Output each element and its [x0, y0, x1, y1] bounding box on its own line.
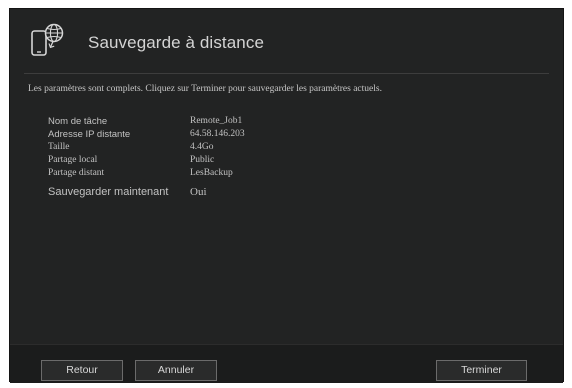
task-name-label: Nom de tâche — [48, 116, 108, 127]
phone-globe-icon — [31, 23, 64, 56]
dialog-title: Sauvegarde à distance — [88, 33, 265, 52]
size-label: Taille — [48, 142, 70, 152]
remote-backup-dialog: Sauvegarde à distance Les paramètres son… — [9, 8, 564, 383]
remote-share-label: Partage distant — [48, 168, 105, 178]
local-share-label: Partage local — [48, 155, 98, 165]
completion-message: Les paramètres sont complets. Cliquez su… — [28, 84, 382, 94]
remote-ip-label: Adresse IP distante — [48, 129, 131, 140]
cancel-button[interactable]: Annuler — [135, 360, 217, 381]
size-value: 4.4Go — [190, 142, 214, 152]
remote-ip-value: 64.58.146.203 — [190, 129, 245, 139]
header-divider — [24, 73, 549, 74]
dialog-header: Sauvegarde à distance — [10, 9, 563, 67]
remote-share-value: LesBackup — [190, 168, 233, 178]
local-share-value: Public — [190, 155, 215, 165]
back-button[interactable]: Retour — [41, 360, 123, 381]
task-name-value: Remote_Job1 — [190, 116, 243, 126]
backup-now-value: Oui — [190, 186, 207, 198]
dialog-footer: Retour Annuler Terminer — [10, 344, 563, 383]
backup-now-label: Sauvegarder maintenant — [48, 186, 169, 198]
finish-button[interactable]: Terminer — [436, 360, 527, 381]
